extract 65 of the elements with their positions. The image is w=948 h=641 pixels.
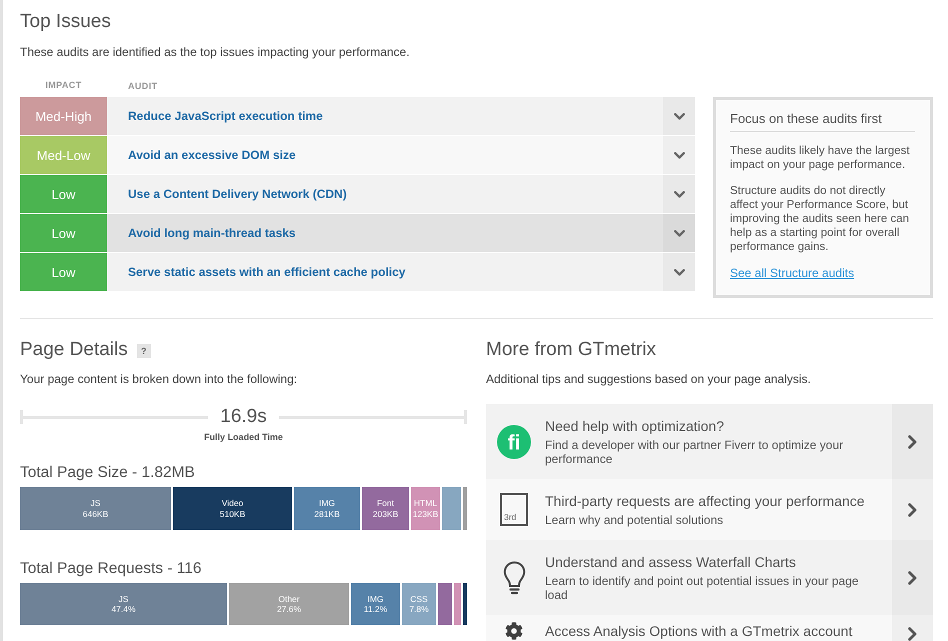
impact-badge: Low [20,214,107,252]
panel-text: These audits likely have the largest impact on your page performance. [730,144,911,172]
audit-title: Serve static assets with an efficient cache policy [128,265,406,279]
load-time-value: 16.9s [219,406,268,428]
chevron-right-icon [908,627,917,641]
impact-badge: Med-Low [20,136,107,174]
audit-row[interactable]: Low Serve static assets with an efficient cache policy [20,253,695,291]
card-title: Access Analysis Options with a GTmetrix account [545,622,854,640]
card-title: Need help with optimization? [545,417,725,435]
bar-segment: CSS 7.8% [402,583,436,625]
section-title: Top Issues [20,11,111,33]
gear-icon [505,622,523,640]
bar-segment: IMG 11.2% [351,583,400,625]
suggestion-card[interactable]: Understand and assess Waterfall Charts Learn to identify and point out potential issues in your page load [486,540,933,615]
card-description: Find a developer with our partner Fiverr to optimize your performance [545,438,844,466]
audit-title: Avoid an excessive DOM size [128,148,296,162]
breakdown-title: Total Page Size - 1.82MB [20,463,195,482]
column-header: IMPACT [45,79,82,91]
breakdown-title: Total Page Requests - 116 [20,559,202,578]
expand-toggle[interactable] [663,253,695,291]
bar-segment: JS 47.4% [20,583,227,625]
load-time-label: Fully Loaded Time [204,432,283,443]
bar-segment: Font 203KB [362,487,409,530]
bar-segment: JS 646KB [20,487,171,530]
impact-badge: Med-High [20,97,107,135]
audit-row[interactable]: Med-High Reduce JavaScript execution time [20,97,695,135]
bar-segment: HTML 123KB [411,487,440,530]
document-icon: 3rd [500,493,528,526]
audit-title: Avoid long main-thread tasks [128,226,296,240]
impact-badge: Low [20,253,107,291]
bar-segment: Video 510KB [173,487,292,530]
audit-title: Use a Content Delivery Network (CDN) [128,187,347,201]
column-header: AUDIT [128,81,158,91]
suggestion-card[interactable]: 3rd Third-party requests are affecting your performance Learn why and potential solutions [486,479,933,540]
panel-title: Focus on these audits first [730,111,915,132]
chevron-right-icon [908,502,917,516]
expand-toggle[interactable] [663,136,695,174]
lightbulb-icon [502,560,526,594]
expand-toggle[interactable] [663,97,695,135]
section-subtitle: Additional tips and suggestions based on your page analysis. [486,372,811,387]
suggestion-card[interactable]: fi Need help with optimization? Find a developer with our partner Fiverr to optimize your performance [486,404,933,479]
bar-segment: IMG 281KB [294,487,360,530]
audit-row[interactable]: Med-Low Avoid an excessive DOM size [20,136,695,174]
chevron-right-icon [908,570,917,584]
card-description: Learn why and potential solutions [545,513,724,527]
expand-toggle[interactable] [663,175,695,213]
logo-icon: fi [497,424,531,458]
audit-title: Reduce JavaScript execution time [128,109,323,123]
chevron-right-icon [908,434,917,448]
bar-segment: Other 27.6% [229,583,349,625]
expand-toggle[interactable] [663,214,695,252]
suggestion-card[interactable]: Access Analysis Options with a GTmetrix account [486,615,933,641]
structure-audits-link[interactable]: See all Structure audits [730,266,854,280]
section-subtitle: These audits are identified as the top issues impacting your performance. [20,45,410,60]
panel-text: Structure audits do not directly affect your Performance Score, but improving the audits seen here can help as a starting point for overall performance gains. [730,184,910,254]
section-title: Page Details [20,339,128,361]
audit-row[interactable]: Low Avoid long main-thread tasks [20,214,695,252]
card-description: Learn to identify and point out potential issues in your page load [545,574,860,602]
impact-badge: Low [20,175,107,213]
section-subtitle: Your page content is broken down into the following: [20,372,298,387]
card-title: Third-party requests are affecting your performance [545,492,866,510]
help-badge[interactable]: ? [136,344,151,358]
audit-row[interactable]: Low Use a Content Delivery Network (CDN) [20,175,695,213]
section-title: More from GTmetrix [486,339,656,361]
card-title: Understand and assess Waterfall Charts [545,553,797,571]
